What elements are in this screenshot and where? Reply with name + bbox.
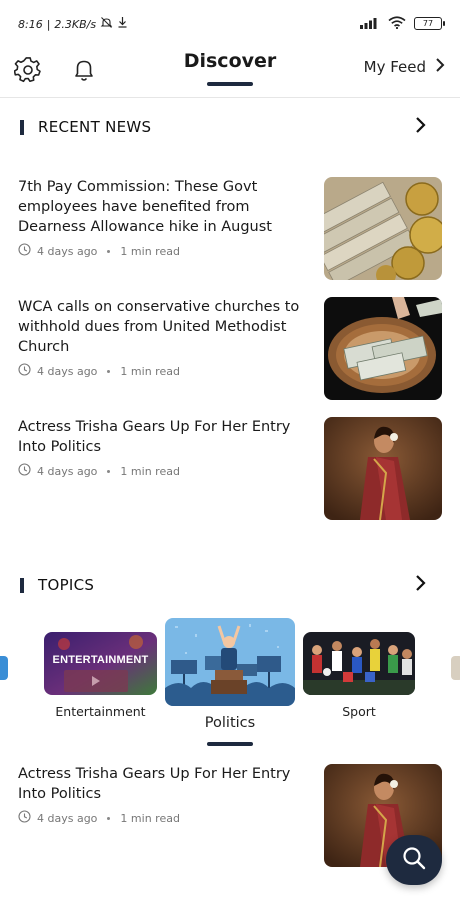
- clock-icon: [18, 810, 31, 826]
- meta-separator: [107, 369, 111, 373]
- status-bar: 8:16 | 2.3KB/s 77: [0, 0, 460, 44]
- news-headline[interactable]: 7th Pay Commission: These Govt employees…: [18, 177, 314, 237]
- download-icon: [117, 16, 128, 32]
- chevron-right-icon: [434, 57, 446, 77]
- recent-news-header: RECENT NEWS: [20, 114, 440, 140]
- selected-topic-indicator: [207, 742, 253, 746]
- search-button[interactable]: [386, 835, 442, 885]
- news-meta: 4 days ago 1 min read: [18, 363, 180, 379]
- topic-card-politics[interactable]: Politics: [165, 618, 295, 734]
- topics-header: TOPICS: [20, 572, 440, 598]
- search-icon: [401, 845, 427, 875]
- news-thumbnail[interactable]: [324, 177, 442, 280]
- topic-card-partial-left[interactable]: [0, 656, 8, 680]
- topic-label: Entertainment: [55, 704, 146, 719]
- clock-icon: [18, 243, 31, 259]
- battery-icon: 77: [414, 17, 445, 30]
- topic-card-partial-right[interactable]: [451, 656, 460, 680]
- status-speed: 2.3KB/s: [54, 17, 97, 31]
- news-headline[interactable]: Actress Trisha Gears Up For Her Entry In…: [18, 417, 314, 457]
- read-time: 1 min read: [120, 244, 180, 258]
- topic-banner-text: ENTERTAINMENT: [52, 654, 149, 666]
- section-title: TOPICS: [38, 576, 95, 594]
- news-age: 4 days ago: [37, 464, 98, 478]
- topic-image: [451, 656, 460, 680]
- news-age: 4 days ago: [37, 364, 98, 378]
- read-time: 1 min read: [120, 811, 180, 825]
- meta-separator: [107, 249, 111, 253]
- status-separator: |: [46, 17, 51, 31]
- section-title: RECENT NEWS: [38, 118, 152, 136]
- clock-icon: [18, 363, 31, 379]
- see-all-arrow-icon[interactable]: [414, 574, 428, 596]
- read-time: 1 min read: [120, 464, 180, 478]
- topic-card-entertainment[interactable]: ENTERTAINMENT Entertainment: [44, 632, 157, 722]
- meta-separator: [107, 816, 111, 820]
- news-meta: 4 days ago 1 min read: [18, 463, 180, 479]
- section-marker: [20, 119, 24, 135]
- news-thumbnail[interactable]: [324, 417, 442, 520]
- news-meta: 4 days ago 1 min read: [18, 243, 180, 259]
- app-header: Discover My Feed: [0, 44, 460, 98]
- news-age: 4 days ago: [37, 244, 98, 258]
- read-time: 1 min read: [120, 364, 180, 378]
- mute-icon: [100, 16, 113, 32]
- active-tab-indicator: [207, 82, 253, 86]
- news-meta: 4 days ago 1 min read: [18, 810, 180, 826]
- status-right: 77: [360, 14, 445, 33]
- topic-image: [303, 632, 415, 695]
- news-card[interactable]: 7th Pay Commission: These Govt employees…: [18, 177, 442, 280]
- topic-label: Sport: [342, 704, 376, 719]
- section-marker: [20, 577, 24, 593]
- signal-icon: [360, 14, 380, 33]
- topic-label: Politics: [204, 715, 256, 731]
- news-card[interactable]: WCA calls on conservative churches to wi…: [18, 297, 442, 400]
- see-all-arrow-icon[interactable]: [414, 116, 428, 138]
- news-headline[interactable]: Actress Trisha Gears Up For Her Entry In…: [18, 764, 314, 804]
- topic-card-sport[interactable]: Sport: [303, 632, 415, 722]
- status-left: 8:16 | 2.3KB/s: [18, 16, 128, 32]
- topic-image: ENTERTAINMENT: [44, 632, 157, 695]
- my-feed-label: My Feed: [363, 58, 426, 76]
- meta-separator: [107, 469, 111, 473]
- topic-image: [165, 618, 295, 706]
- wifi-icon: [388, 14, 406, 33]
- status-time: 8:16: [18, 17, 43, 31]
- news-thumbnail[interactable]: [324, 297, 442, 400]
- my-feed-link[interactable]: My Feed: [364, 57, 446, 77]
- news-headline[interactable]: WCA calls on conservative churches to wi…: [18, 297, 314, 357]
- news-age: 4 days ago: [37, 811, 98, 825]
- news-card[interactable]: Actress Trisha Gears Up For Her Entry In…: [18, 417, 442, 520]
- news-card[interactable]: Actress Trisha Gears Up For Her Entry In…: [18, 764, 442, 867]
- topic-image: [0, 656, 8, 680]
- clock-icon: [18, 463, 31, 479]
- battery-level: 77: [422, 19, 434, 28]
